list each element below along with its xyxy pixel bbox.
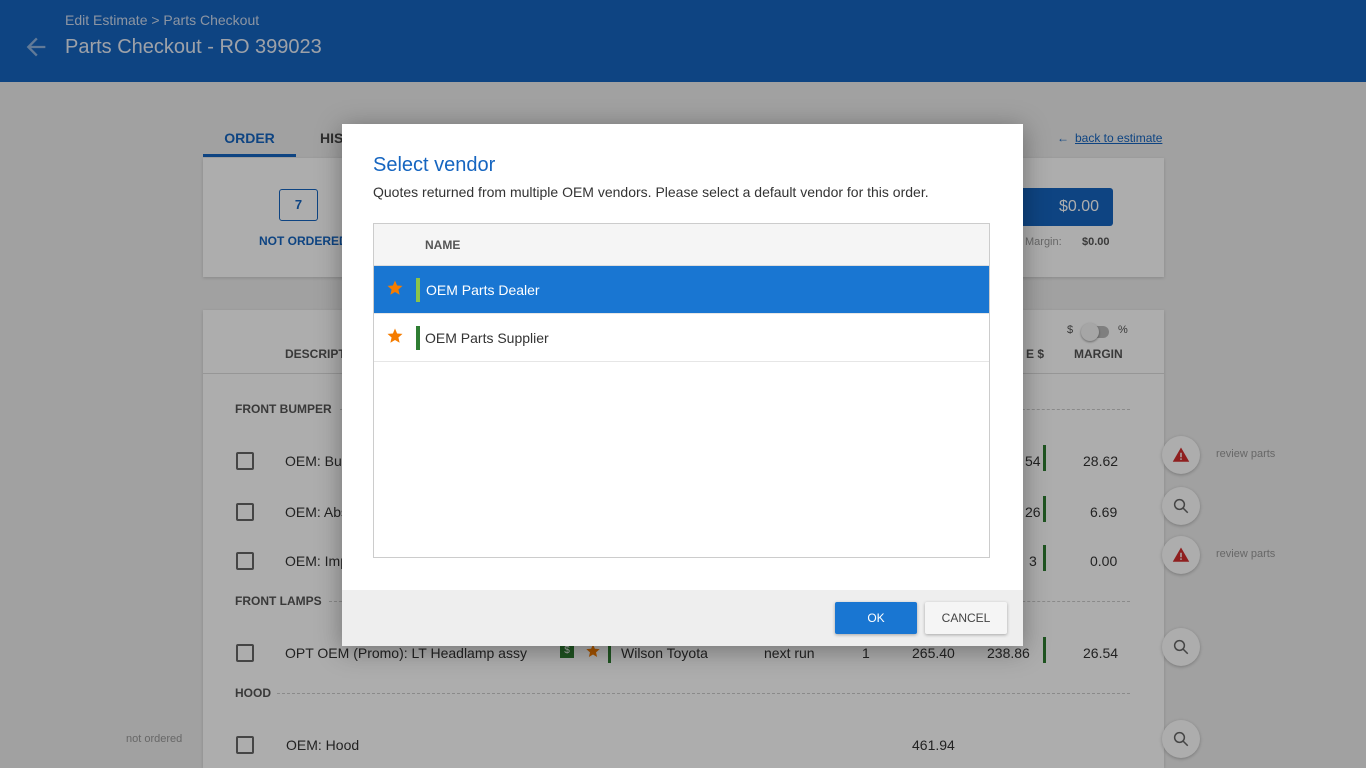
ok-button[interactable]: OK [835,602,917,634]
vendor-name: OEM Parts Supplier [425,330,549,346]
vendor-table: NAME OEM Parts Dealer OEM Parts Supplier [373,223,990,558]
vendor-row-oem-parts-dealer[interactable]: OEM Parts Dealer [374,266,989,314]
star-icon [387,280,403,295]
dialog-footer: OK CANCEL [342,590,1023,646]
select-vendor-dialog: Select vendor Quotes returned from multi… [342,124,1023,646]
dialog-subtitle: Quotes returned from multiple OEM vendor… [373,184,929,200]
col-name: NAME [425,238,461,252]
vendor-name: OEM Parts Dealer [426,282,540,298]
vendor-status-bar [416,278,420,302]
vendor-table-header: NAME [374,224,989,266]
vendor-status-bar [416,326,420,350]
cancel-button[interactable]: CANCEL [925,602,1007,634]
dialog-title: Select vendor [373,154,496,176]
star-icon [387,328,403,343]
vendor-row-oem-parts-supplier[interactable]: OEM Parts Supplier [374,314,989,362]
